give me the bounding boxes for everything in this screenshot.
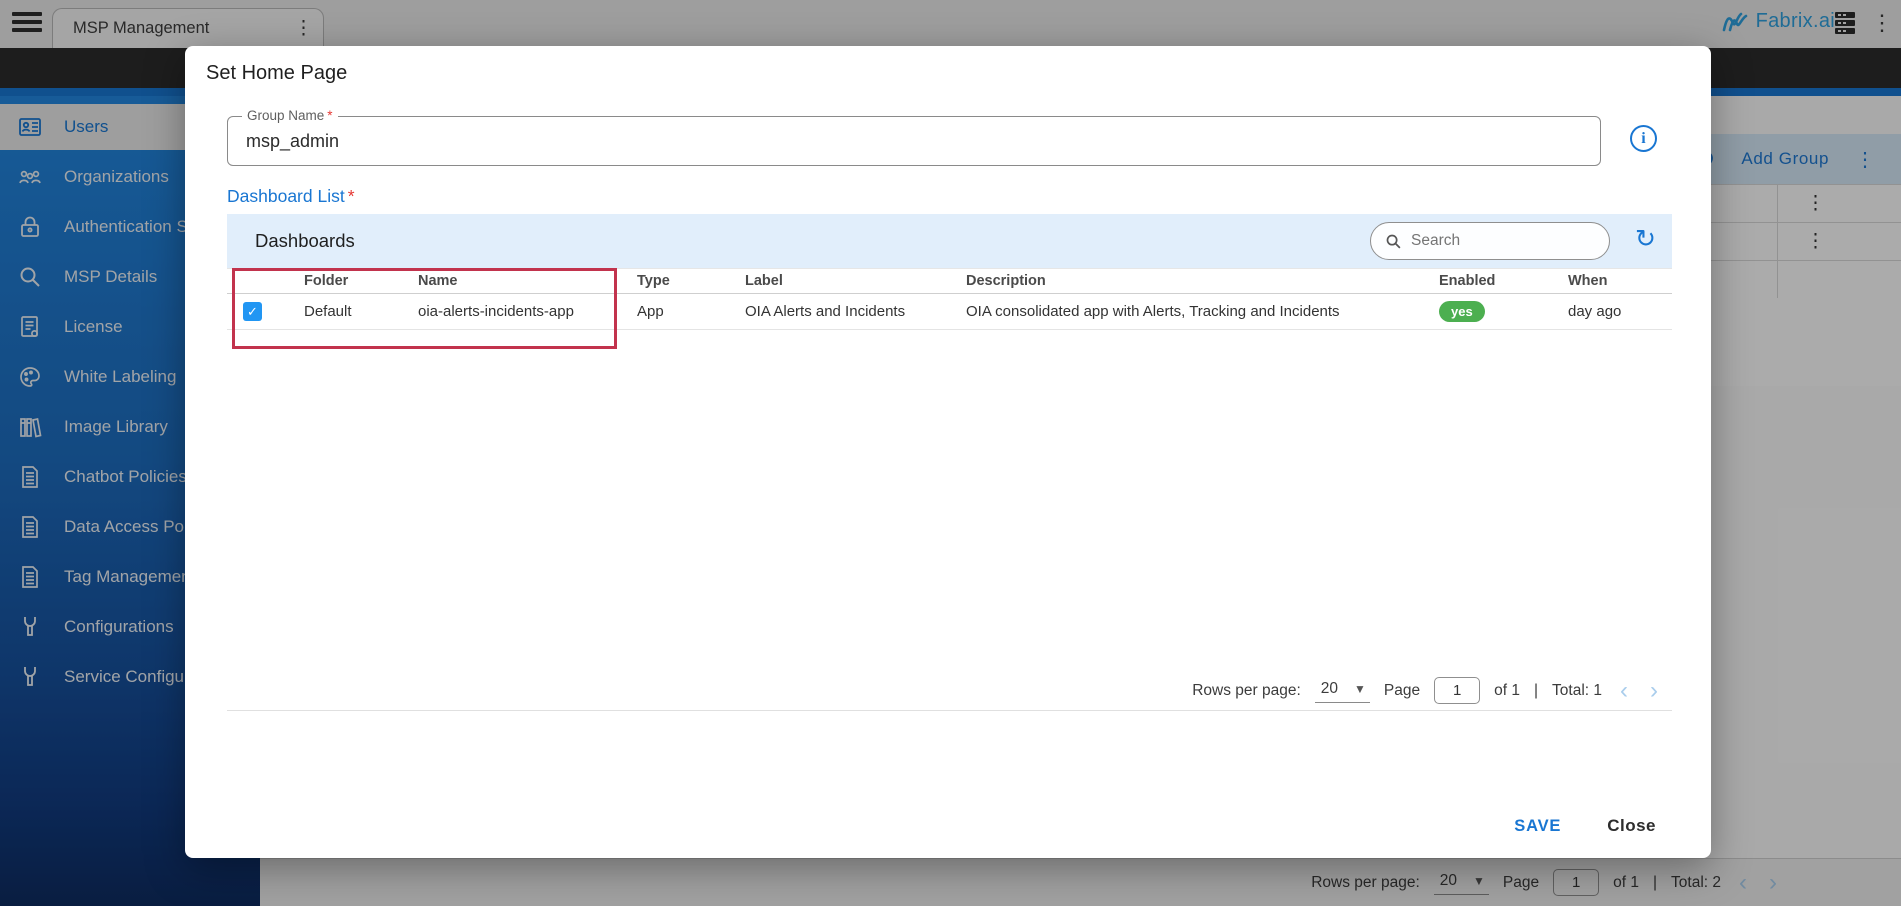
group-name-label: Group Name*	[242, 108, 338, 123]
dashboards-search[interactable]	[1370, 222, 1610, 260]
column-header-folder[interactable]: Folder	[302, 273, 416, 289]
chevron-left-icon[interactable]: ‹	[1616, 679, 1632, 703]
dashboard-row[interactable]: ✓ Default oia-alerts-incidents-app App O…	[227, 294, 1672, 330]
app-root: MSP Management ⋮ Fabrix.ai	[0, 0, 1901, 906]
page-of-text: of 1	[1494, 682, 1520, 700]
cell-description: OIA consolidated app with Alerts, Tracki…	[964, 303, 1437, 320]
dialog-title: Set Home Page	[206, 62, 347, 85]
group-name-input[interactable]	[228, 117, 1600, 165]
rows-per-page-select[interactable]: 20 ▼	[1315, 678, 1370, 703]
save-button[interactable]: SAVE	[1514, 817, 1561, 836]
refresh-icon[interactable]: ↻	[1635, 227, 1656, 252]
info-icon[interactable]: i	[1630, 125, 1657, 152]
dashboards-title: Dashboards	[255, 230, 355, 252]
dashboard-list-label: Dashboard List*	[227, 186, 355, 207]
column-header-type[interactable]: Type	[635, 273, 743, 289]
column-header-description[interactable]: Description	[964, 273, 1437, 289]
page-label: Page	[1384, 682, 1420, 700]
search-icon	[1385, 233, 1402, 250]
cell-name: oia-alerts-incidents-app	[416, 303, 635, 320]
close-button[interactable]: Close	[1607, 816, 1656, 836]
column-header-enabled[interactable]: Enabled	[1437, 273, 1566, 289]
column-header-name[interactable]: Name	[416, 273, 635, 289]
enabled-badge: yes	[1439, 301, 1485, 322]
search-input[interactable]	[1411, 232, 1571, 250]
page-input[interactable]	[1434, 677, 1480, 704]
dialog-actions: SAVE Close	[1514, 816, 1656, 836]
cell-label: OIA Alerts and Incidents	[743, 303, 964, 320]
row-checkbox-checked[interactable]: ✓	[243, 302, 262, 321]
required-asterisk: *	[348, 186, 355, 206]
pagination-divider: |	[1534, 682, 1538, 700]
dashboards-panel: Dashboards ↻ Folder Name Type Label	[227, 214, 1672, 711]
group-name-field: Group Name*	[227, 116, 1601, 166]
dashboards-pagination: Rows per page: 20 ▼ Page of 1 | Total: 1…	[1192, 677, 1662, 704]
chevron-right-icon[interactable]: ›	[1646, 679, 1662, 703]
cell-type: App	[635, 303, 743, 320]
cell-when: day ago	[1566, 303, 1672, 320]
chevron-down-icon: ▼	[1354, 682, 1366, 696]
dashboards-table-header: Folder Name Type Label Description Enabl…	[227, 268, 1672, 294]
required-asterisk: *	[327, 108, 332, 123]
rows-per-page-value: 20	[1321, 680, 1338, 698]
total-text: Total: 1	[1552, 682, 1602, 700]
dashboards-panel-header: Dashboards ↻	[227, 214, 1672, 268]
column-header-label[interactable]: Label	[743, 273, 964, 289]
set-home-page-dialog: Set Home Page Group Name* i Dashboard Li…	[185, 46, 1711, 858]
cell-folder: Default	[302, 303, 416, 320]
rows-per-page-label: Rows per page:	[1192, 682, 1301, 700]
column-header-when[interactable]: When	[1566, 273, 1672, 289]
